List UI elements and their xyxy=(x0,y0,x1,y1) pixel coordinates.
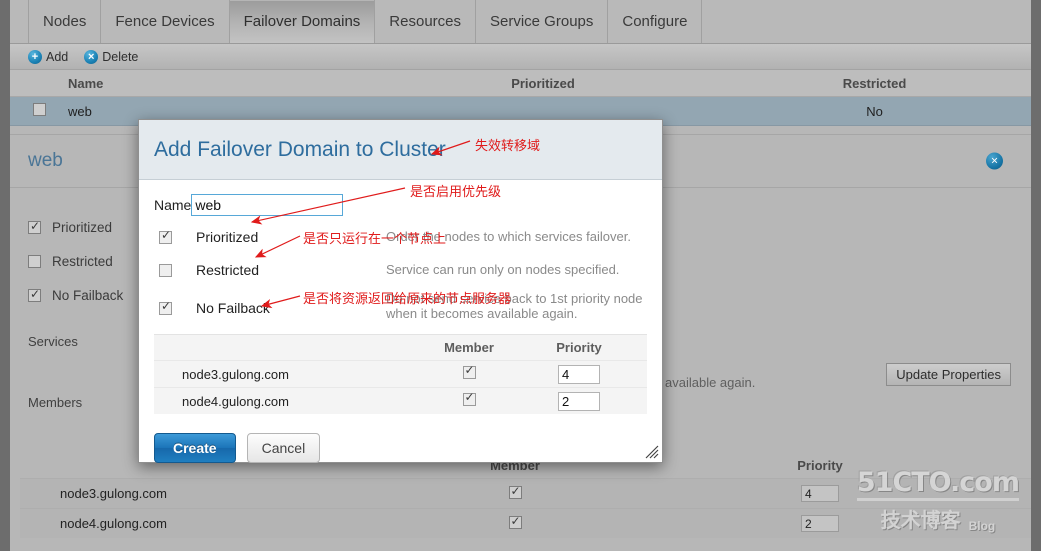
dialog-members-table: Member Priority node3.gulong.com node4.g… xyxy=(154,334,647,414)
close-circle-icon[interactable]: × xyxy=(986,152,1003,170)
prioritized-label: Prioritized xyxy=(52,219,113,235)
restricted-checkbox[interactable] xyxy=(159,264,172,277)
row-name: web xyxy=(68,103,92,119)
member-node-name: node3.gulong.com xyxy=(182,366,289,382)
prioritized-checkbox[interactable] xyxy=(159,228,172,244)
members-table: Member Priority node3.gulong.com 4 node4… xyxy=(20,452,1031,538)
row-checkbox[interactable] xyxy=(32,103,46,116)
member-node-name: node4.gulong.com xyxy=(182,393,289,409)
priority-input[interactable]: 2 xyxy=(801,515,839,532)
col-header-priority: Priority xyxy=(556,340,602,355)
x-circle-icon: × xyxy=(84,49,99,64)
no-failback-checkbox[interactable] xyxy=(28,287,41,302)
tab-label: Service Groups xyxy=(490,13,594,30)
col-header-member: Member xyxy=(444,340,494,355)
add-button-label: Add xyxy=(46,49,69,64)
page-title: web xyxy=(28,150,63,171)
priority-input[interactable]: 4 xyxy=(801,485,839,502)
no-failback-label: No Failback xyxy=(196,300,270,316)
name-label: Name xyxy=(154,197,192,213)
dialog-title: Add Failover Domain to Cluster xyxy=(154,137,446,161)
tab-label: Configure xyxy=(622,13,688,30)
dialog-header: Add Failover Domain to Cluster xyxy=(139,120,662,180)
priority-input[interactable] xyxy=(558,391,600,411)
dialog-body: Name Prioritized Order the nodes to whic… xyxy=(139,180,662,414)
restricted-description: Service can run only on nodes specified. xyxy=(386,262,620,277)
tab-configure[interactable]: Configure xyxy=(608,0,703,43)
tab-label: Failover Domains xyxy=(243,13,361,30)
row-restricted: No xyxy=(866,103,883,119)
restricted-checkbox[interactable] xyxy=(28,254,41,268)
member-checkbox[interactable] xyxy=(508,514,522,529)
prioritized-checkbox[interactable] xyxy=(28,219,41,234)
screen: Nodes Fence Devices Failover Domains Res… xyxy=(0,0,1041,551)
update-properties-button[interactable]: Update Properties xyxy=(886,363,1011,386)
member-node-name: node3.gulong.com xyxy=(60,486,167,501)
row-select-cell[interactable] xyxy=(10,103,68,119)
priority-cell[interactable]: 4 xyxy=(680,485,960,502)
member-checkbox[interactable] xyxy=(508,484,522,499)
name-input[interactable] xyxy=(191,194,344,216)
no-failback-checkbox[interactable] xyxy=(159,299,172,315)
no-failback-description: Do not send service back to 1st priority… xyxy=(386,291,643,321)
dialog-option-no-failback[interactable]: No Failback Do not send service back to … xyxy=(154,291,647,321)
add-failover-domain-dialog: Add Failover Domain to Cluster Name Prio… xyxy=(138,119,663,463)
col-header-name: Name xyxy=(68,75,104,91)
prioritized-label: Prioritized xyxy=(196,229,259,245)
priority-input[interactable] xyxy=(558,364,600,384)
priority-cell[interactable]: 2 xyxy=(680,515,960,532)
col-header-restricted: Restricted xyxy=(842,75,907,91)
plus-circle-icon: + xyxy=(28,49,42,64)
resize-grip-icon[interactable] xyxy=(645,445,659,459)
tab-service-groups[interactable]: Service Groups xyxy=(476,0,609,43)
dialog-members-header: Member Priority xyxy=(154,335,647,360)
list-toolbar: + Add × Delete xyxy=(10,44,1031,70)
no-failback-label: No Failback xyxy=(52,287,124,303)
restricted-label: Restricted xyxy=(196,262,260,278)
domain-list-header: Name Prioritized Restricted xyxy=(10,70,1031,97)
delete-button-label: Delete xyxy=(102,49,139,64)
detail-trailing-desc: available again. xyxy=(665,375,756,390)
tab-label: Fence Devices xyxy=(115,13,215,30)
cancel-button[interactable]: Cancel xyxy=(246,433,321,463)
member-checkbox[interactable] xyxy=(462,390,476,406)
tab-resources[interactable]: Resources xyxy=(375,0,476,43)
dialog-option-prioritized[interactable]: Prioritized Order the nodes to which ser… xyxy=(154,228,647,249)
dialog-actions: Create Cancel xyxy=(139,414,662,463)
tab-failover-domains[interactable]: Failover Domains xyxy=(229,0,376,43)
member-cell[interactable] xyxy=(350,484,680,502)
col-header-prioritized: Prioritized xyxy=(511,75,575,91)
member-cell[interactable] xyxy=(350,514,680,532)
prioritized-description: Order the nodes to which services failov… xyxy=(386,229,631,244)
member-node-name: node4.gulong.com xyxy=(60,516,167,531)
table-row[interactable]: node4.gulong.com xyxy=(154,387,647,414)
tab-nodes[interactable]: Nodes xyxy=(28,0,102,43)
create-button[interactable]: Create xyxy=(154,433,236,463)
tab-label: Nodes xyxy=(43,13,87,30)
main-tabbar: Nodes Fence Devices Failover Domains Res… xyxy=(10,0,1031,44)
table-row[interactable]: node4.gulong.com 2 xyxy=(20,508,1031,538)
delete-button[interactable]: × Delete xyxy=(84,49,139,64)
col-header-priority: Priority xyxy=(797,457,843,473)
name-field-row: Name xyxy=(154,194,647,216)
member-checkbox[interactable] xyxy=(462,363,476,379)
table-row[interactable]: node3.gulong.com 4 xyxy=(20,478,1031,508)
dialog-option-restricted[interactable]: Restricted Service can run only on nodes… xyxy=(154,262,647,282)
tab-label: Resources xyxy=(389,13,461,30)
add-button[interactable]: + Add xyxy=(28,49,69,64)
tab-fence-devices[interactable]: Fence Devices xyxy=(101,0,230,43)
restricted-label: Restricted xyxy=(52,253,113,269)
table-row[interactable]: node3.gulong.com xyxy=(154,360,647,387)
